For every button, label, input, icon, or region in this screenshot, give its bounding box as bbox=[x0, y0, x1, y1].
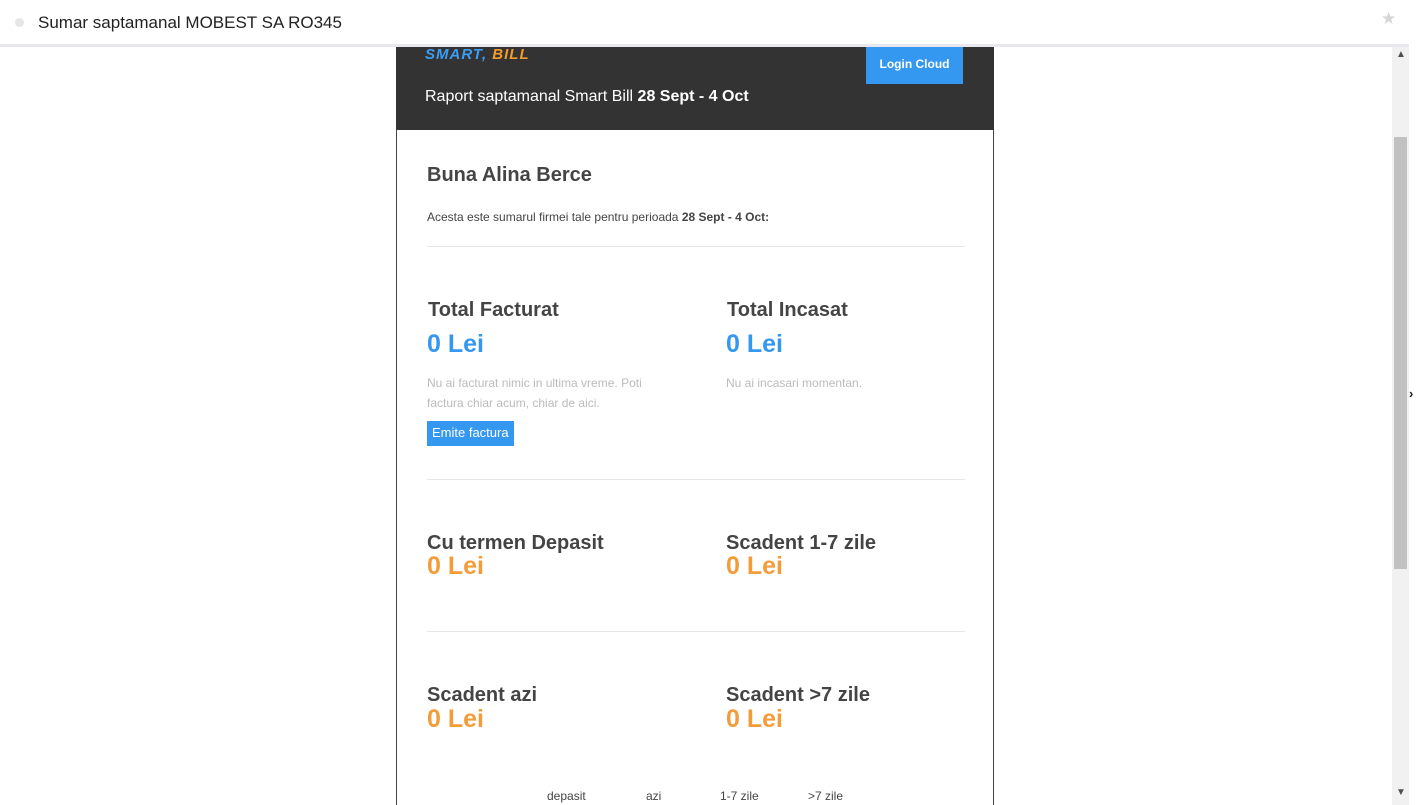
message-subject: Sumar saptamanal MOBEST SA RO345 bbox=[38, 13, 342, 32]
intro-text: Acesta este sumarul firmei tale pentru p… bbox=[427, 210, 769, 224]
total-incasat-note: Nu ai incasari momentan. bbox=[726, 376, 863, 390]
legend-7plus-zile: >7 zile bbox=[808, 789, 844, 803]
email-header: SMART, BILL Login Cloud Raport saptamana… bbox=[396, 46, 994, 130]
total-facturat-title: Total Facturat bbox=[428, 299, 559, 321]
email-content: SMART, BILL Login Cloud Raport saptamana… bbox=[396, 46, 995, 805]
chevron-down-icon[interactable]: ▼ bbox=[1396, 787, 1406, 798]
intro-prefix: Acesta este sumarul firmei tale pentru p… bbox=[427, 210, 679, 224]
chevron-up-icon[interactable]: ▲ bbox=[1396, 49, 1406, 60]
divider bbox=[427, 479, 965, 480]
scadent-1-7-value: 0 Lei bbox=[726, 552, 783, 580]
legend-depasit: depasit bbox=[547, 789, 586, 803]
scadent-azi-title: Scadent azi bbox=[427, 684, 538, 706]
vertical-scrollbar[interactable]: ▲ ▼ bbox=[1392, 47, 1409, 805]
total-facturat-note: Nu ai facturat nimic in ultima vreme. Po… bbox=[427, 376, 642, 410]
divider bbox=[427, 246, 965, 247]
scrollbar-thumb[interactable] bbox=[1394, 137, 1407, 569]
scadent-7plus-value: 0 Lei bbox=[726, 705, 783, 733]
intro-period: 28 Sept - 4 Oct: bbox=[681, 210, 770, 224]
scadent-7plus-title: Scadent >7 zile bbox=[726, 684, 870, 706]
message-title-bar: Sumar saptamanal MOBEST SA RO345 ★ bbox=[0, 0, 1409, 47]
smartbill-logo: SMART, BILL bbox=[425, 46, 530, 63]
emite-factura-button[interactable]: Emite factura bbox=[427, 421, 514, 446]
star-icon[interactable]: ★ bbox=[1381, 9, 1396, 29]
report-period: 28 Sept - 4 Oct bbox=[637, 88, 749, 105]
chevron-right-icon[interactable]: › bbox=[1409, 386, 1413, 401]
total-incasat-title: Total Incasat bbox=[727, 299, 848, 321]
unread-dot-icon bbox=[15, 18, 24, 27]
logo-smart-text: SMART, bbox=[425, 46, 488, 63]
scadent-azi-value: 0 Lei bbox=[427, 705, 484, 733]
legend-azi: azi bbox=[646, 789, 662, 803]
divider bbox=[427, 631, 965, 632]
email-body: Buna Alina Berce Acesta este sumarul fir… bbox=[396, 130, 994, 805]
login-cloud-button[interactable]: Login Cloud bbox=[866, 47, 963, 84]
report-prefix: Raport saptamanal Smart Bill bbox=[425, 88, 634, 105]
total-facturat-value: 0 Lei bbox=[427, 330, 484, 358]
logo-bill-text: BILL bbox=[492, 46, 530, 63]
greeting: Buna Alina Berce bbox=[427, 164, 592, 186]
total-incasat-value: 0 Lei bbox=[726, 330, 783, 358]
termen-depasit-value: 0 Lei bbox=[427, 552, 484, 580]
side-panel-edge: › bbox=[1409, 0, 1418, 805]
report-title: Raport saptamanal Smart Bill 28 Sept - 4… bbox=[425, 88, 749, 106]
legend-1-7-zile: 1-7 zile bbox=[720, 789, 759, 803]
